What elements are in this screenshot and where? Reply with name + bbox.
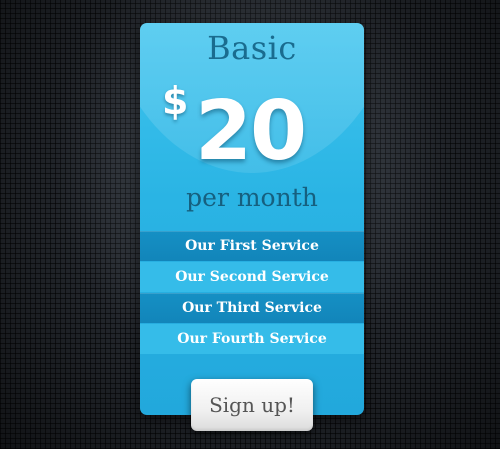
plan-title: Basic <box>207 29 297 67</box>
pricing-card: Basic $ 20 per month Our First Service O… <box>140 23 364 415</box>
feature-row-fourth: Our Fourth Service <box>140 324 364 354</box>
sign-up-button[interactable]: Sign up! <box>191 379 313 431</box>
feature-row-third: Our Third Service <box>140 293 364 323</box>
feature-row-first: Our First Service <box>140 231 364 261</box>
feature-label: Our Third Service <box>182 300 322 316</box>
price-amount: 20 <box>195 84 307 179</box>
feature-label: Our First Service <box>185 238 319 254</box>
billing-period: per month <box>186 183 318 212</box>
currency-symbol: $ <box>162 79 189 123</box>
feature-label: Our Fourth Service <box>177 331 327 347</box>
feature-list: Our First Service Our Second Service Our… <box>140 231 364 355</box>
feature-label: Our Second Service <box>175 269 329 285</box>
feature-row-second: Our Second Service <box>140 262 364 292</box>
